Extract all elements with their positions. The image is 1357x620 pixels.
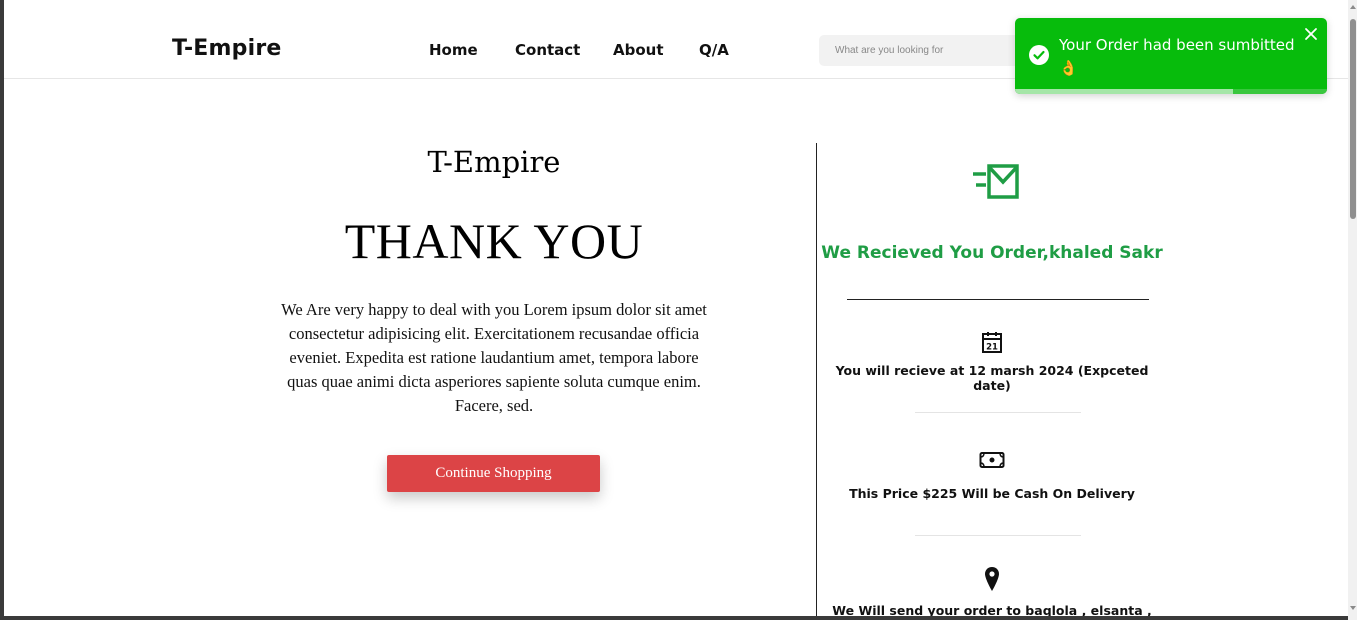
info-divider (915, 535, 1081, 536)
continue-shopping-button[interactable]: Continue Shopping (387, 455, 600, 492)
thank-you-message: We Are very happy to deal with you Lorem… (281, 300, 707, 415)
window-frame-left (0, 0, 4, 620)
toast-message: Your Order had been sumbitted 👌 (1059, 34, 1299, 80)
payment-info-text: This Price $225 Will be Cash On Delivery (849, 486, 1135, 501)
scroll-down-arrow-icon[interactable] (1350, 606, 1356, 610)
window-frame-bottom (0, 616, 1357, 620)
store-name: T-Empire (427, 145, 561, 179)
scroll-up-arrow-icon[interactable] (1350, 5, 1356, 9)
toast-progress-bar (1015, 89, 1234, 94)
toast-message-text: Your Order had been sumbitted (1059, 36, 1295, 54)
nav-link-home[interactable]: Home (429, 41, 478, 59)
map-pin-icon (985, 567, 999, 591)
calendar-icon: 21 (982, 332, 1002, 353)
thank-you-heading: THANK YOU (344, 213, 644, 269)
nav-link-qa[interactable]: Q/A (699, 41, 729, 59)
nav-link-contact[interactable]: Contact (515, 41, 580, 59)
close-icon[interactable] (1304, 27, 1318, 41)
nav-link-about[interactable]: About (613, 41, 664, 59)
brand-logo[interactable]: T-Empire (172, 36, 282, 61)
order-received-text: We Recieved You Order,khaled Sakr (821, 243, 1163, 263)
order-success-toast[interactable]: Your Order had been sumbitted 👌 (1015, 18, 1327, 94)
mail-fast-icon (973, 164, 1019, 199)
info-divider (915, 412, 1081, 413)
cash-icon (979, 452, 1005, 468)
ok-hand-emoji: 👌 (1059, 59, 1078, 77)
check-circle-icon (1029, 45, 1049, 65)
delivery-date-text: You will recieve at 12 marsh 2024 (Expce… (835, 363, 1149, 393)
order-divider (847, 299, 1149, 300)
scrollbar-thumb[interactable] (1350, 19, 1356, 219)
calendar-day-label: 21 (986, 343, 998, 353)
